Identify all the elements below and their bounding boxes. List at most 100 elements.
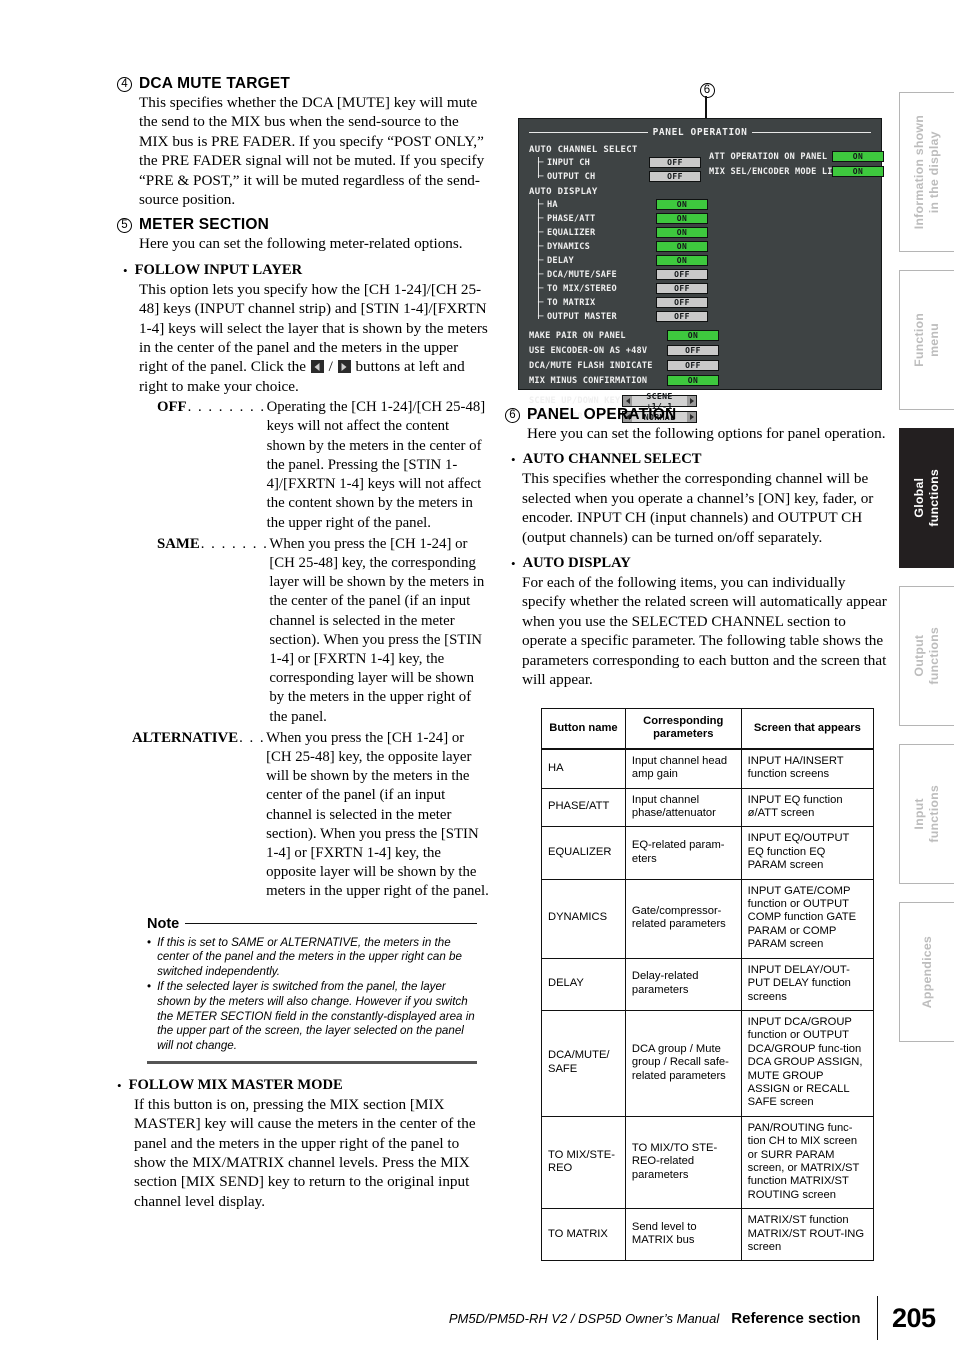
tab-function-menu[interactable]: Function menu <box>899 270 954 410</box>
lcd-toggle-make-pair[interactable]: ON <box>667 330 719 341</box>
fil-body-part2: / <box>328 358 333 376</box>
table-cell-button-name: HA <box>541 748 626 789</box>
note-item-text: If this is set to SAME or ALTERNATIVE, t… <box>157 935 462 978</box>
table-cell-parameters: DCA group / Mute group / Recall safe-rel… <box>624 1009 742 1117</box>
lcd-row-make-pair: MAKE PAIR ON PANEL <box>529 330 626 342</box>
tree-branch-icon: ─ <box>538 214 544 224</box>
lcd-row-dca-mute-safe: ─ DCA/MUTE/SAFE <box>538 269 617 281</box>
note-label: Note <box>147 915 180 932</box>
lcd-group-auto-display: AUTO DISPLAY <box>529 187 598 197</box>
table-header-row: Button name Corresponding parameters Scr… <box>541 707 875 750</box>
lcd-rule-right <box>752 131 872 134</box>
lcd-toggle-encoder-48v[interactable]: OFF <box>667 345 719 356</box>
note-item: • If this is set to SAME or ALTERNATIVE,… <box>147 936 477 980</box>
manual-page: 4 DCA MUTE TARGET This specifies whether… <box>0 0 954 1351</box>
tree-branch-icon: ─ <box>538 256 544 266</box>
lcd-toggle-mix-minus[interactable]: ON <box>667 375 719 386</box>
lcd-toggle-output-ch[interactable]: OFF <box>649 171 701 182</box>
lcd-label-dca-mute-safe: DCA/MUTE/SAFE <box>547 270 617 280</box>
table-cell-parameters: Send level to MATRIX bus <box>624 1208 742 1262</box>
lcd-label-to-mix-stereo: TO MIX/STEREO <box>547 284 617 294</box>
note-list: • If this is set to SAME or ALTERNATIVE,… <box>147 936 477 1054</box>
lcd-row-flash-indicate: DCA/MUTE FLASH INDICATE <box>529 360 653 372</box>
bullet-icon: • <box>511 452 516 468</box>
tab-global-functions[interactable]: Global functions <box>899 428 954 568</box>
lcd-toggle-phase-att[interactable]: ON <box>656 213 708 224</box>
lcd-toggle-dynamics[interactable]: ON <box>656 241 708 252</box>
lcd-row-att-operation: ATT OPERATION ON PANEL <box>709 151 827 163</box>
lcd-toggle-delay[interactable]: ON <box>656 255 708 266</box>
tree-branch-icon: ─ <box>538 270 544 280</box>
auto-channel-select-body: This specifies whether the corresponding… <box>522 470 874 546</box>
table-row: DELAY Delay-related parameters INPUT DEL… <box>541 957 875 1011</box>
lcd-label-encoder-48v: USE ENCODER-ON AS +48V <box>529 346 648 356</box>
lcd-toggle-to-matrix[interactable]: OFF <box>656 297 708 308</box>
table-cell-screen: INPUT EQ/OUTPUT EQ function EQ PARAM scr… <box>740 826 875 880</box>
section-5-body: Here you can set the following meter-rel… <box>139 235 463 253</box>
table-row: DYNAMICS Gate/compressor-related paramet… <box>541 878 875 959</box>
option-alternative-dots: . . . <box>239 729 266 746</box>
lcd-toggle-dca-mute-safe[interactable]: OFF <box>656 269 708 280</box>
lcd-toggle-to-mix-stereo[interactable]: OFF <box>656 283 708 294</box>
auto-display-parameter-table: Button name Corresponding parameters Scr… <box>541 707 875 1262</box>
tab-information-shown-in-the-display[interactable]: Information shown in the display <box>899 92 954 252</box>
lcd-toggle-mix-sel-encoder[interactable]: ON <box>832 166 884 177</box>
follow-input-layer-title: FOLLOW INPUT LAYER <box>134 261 303 278</box>
section-4-number: 4 <box>117 77 132 92</box>
lcd-row-phase-att: ─ PHASE/ATT <box>538 213 595 225</box>
follow-input-layer-body: This option lets you specify how the [CH… <box>139 280 489 396</box>
option-same-term: SAME <box>157 535 200 552</box>
lcd-toggle-equalizer[interactable]: ON <box>656 227 708 238</box>
lcd-rule-left <box>529 131 648 134</box>
lcd-row-input-ch: ─ INPUT CH <box>538 157 590 169</box>
tab-output-functions[interactable]: Output functions <box>899 586 954 726</box>
tab-label: Information shown in the display <box>912 114 941 230</box>
lcd-row-dynamics: ─ DYNAMICS <box>538 241 590 253</box>
tab-appendices[interactable]: Appendices <box>899 902 954 1042</box>
tab-input-functions[interactable]: Input functions <box>899 744 954 884</box>
table-cell-button-name: TO MIX/STE-REO <box>541 1115 626 1210</box>
table-cell-screen: INPUT GATE/COMP function or OUTPUT COMP … <box>740 878 875 959</box>
lcd-toggle-input-ch[interactable]: OFF <box>649 157 701 168</box>
table-header-corresponding-parameters: Corresponding parameters <box>624 707 742 750</box>
lcd-row-ha: ─ HA <box>538 199 558 211</box>
lcd-toggle-ha[interactable]: ON <box>656 199 708 210</box>
follow-mix-master-body: If this button is on, pressing the MIX s… <box>134 1095 476 1210</box>
lcd-label-input-ch: INPUT CH <box>547 158 590 168</box>
option-off-description: Operating the [CH 1-24]/[CH 25-48] keys … <box>266 399 486 531</box>
lcd-label-mix-sel-encoder: MIX SEL/ENCODER MODE LINK <box>709 167 844 177</box>
lcd-label-mix-minus: MIX MINUS CONFIRMATION <box>529 376 648 386</box>
arrow-left-icon[interactable] <box>310 360 324 374</box>
table-cell-button-name: DCA/MUTE/ SAFE <box>541 1009 626 1117</box>
table-row: TO MIX/STE-REO TO MIX/TO STE-REO-related… <box>541 1115 875 1210</box>
bullet-icon: • <box>511 556 516 572</box>
table-header-screen-that-appears: Screen that appears <box>740 707 875 750</box>
lcd-label-output-ch: OUTPUT CH <box>547 172 596 182</box>
table-cell-button-name: EQUALIZER <box>541 826 626 880</box>
note-header: Note <box>147 916 477 932</box>
table-cell-parameters: EQ-related param-eters <box>624 826 742 880</box>
lcd-toggle-flash-indicate[interactable]: OFF <box>667 360 719 371</box>
left-column: 4 DCA MUTE TARGET This specifies whether… <box>117 72 489 1211</box>
table-cell-parameters: Delay-related parameters <box>624 957 742 1011</box>
option-alternative: ALTERNATIVE . . . When you press the [CH… <box>132 729 489 902</box>
table-cell-screen: PAN/ROUTING func-tion CH to MIX screen o… <box>740 1115 875 1210</box>
lcd-toggle-att-operation[interactable]: ON <box>832 151 884 162</box>
arrow-right-icon[interactable] <box>337 360 351 374</box>
note-box: Note • If this is set to SAME or ALTERNA… <box>147 916 477 1064</box>
lcd-row-delay: ─ DELAY <box>538 255 574 267</box>
option-off: OFF . . . . . . . . Operating the [CH 1-… <box>157 398 489 532</box>
option-same-description: When you press the [CH 1-24] or [CH 25-4… <box>269 535 485 725</box>
page-footer: PM5D/PM5D-RH V2 / DSP5D Owner’s Manual R… <box>0 1296 954 1340</box>
tab-label: Input functions <box>912 785 941 843</box>
tree-branch-icon: ─ <box>538 200 544 210</box>
table-header-button-name: Button name <box>541 707 626 750</box>
lcd-toggle-output-master[interactable]: OFF <box>656 311 708 322</box>
panel-operation-lcd-screen: PANEL OPERATION AUTO CHANNEL SELECT ─ IN… <box>518 118 884 423</box>
lcd-titlebar: PANEL OPERATION <box>529 127 872 138</box>
section-4-body: This specifies whether the DCA [MUTE] ke… <box>139 94 485 209</box>
lcd-row-encoder-48v: USE ENCODER-ON AS +48V <box>529 345 647 357</box>
lcd-label-dynamics: DYNAMICS <box>547 242 590 252</box>
lcd-row-to-matrix: ─ TO MATRIX <box>538 297 595 309</box>
lcd-title: PANEL OPERATION <box>652 127 748 138</box>
